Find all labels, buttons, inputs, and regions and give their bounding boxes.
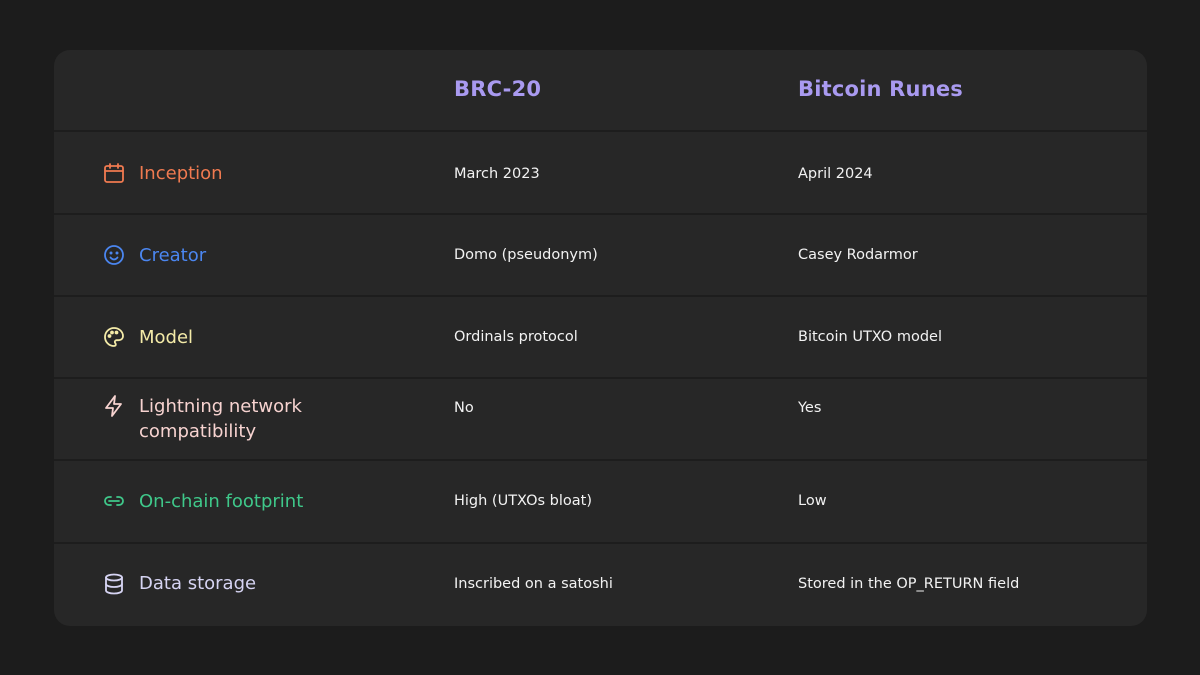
table-row-storage: Data storage Inscribed on a satoshi Stor… [54, 544, 1147, 625]
table-row-footprint: On-chain footprint High (UTXOs bloat) Lo… [54, 461, 1147, 542]
link-icon [104, 496, 124, 506]
row-label-creator: Creator [139, 245, 207, 266]
column-header-runes: Bitcoin Runes [798, 77, 963, 101]
table-row-inception: Inception March 2023 April 2024 [54, 132, 1147, 213]
lightning-bolt-icon [105, 395, 122, 417]
cell-runes-footprint: Low [798, 493, 827, 509]
calendar-icon [104, 163, 124, 183]
row-label-model: Model [139, 327, 194, 348]
row-label-footprint: On-chain footprint [139, 491, 304, 512]
table-row-lightning: Lightning network compatibility No Yes [54, 379, 1147, 460]
smiley-icon [104, 245, 124, 265]
row-label-lightning: Lightning network compatibility [139, 394, 302, 444]
cell-brc20-storage: Inscribed on a satoshi [454, 576, 613, 592]
row-label-line: Lightning network [139, 396, 302, 417]
palette-icon [104, 327, 124, 347]
cell-brc20-inception: March 2023 [454, 166, 540, 182]
cell-runes-inception: April 2024 [798, 166, 873, 182]
row-label-inception: Inception [139, 163, 223, 184]
column-header-brc20: BRC-20 [454, 77, 542, 101]
cell-brc20-footprint: High (UTXOs bloat) [454, 493, 592, 509]
row-label-line: compatibility [139, 421, 257, 442]
cell-runes-model: Bitcoin UTXO model [798, 329, 942, 345]
cell-runes-storage: Stored in the OP_RETURN field [798, 576, 1020, 592]
database-icon [105, 573, 123, 595]
comparison-table: BRC-20 Bitcoin Runes Inception March 202… [54, 50, 1147, 626]
cell-brc20-model: Ordinals protocol [454, 329, 578, 345]
table-row-creator: Creator Domo (pseudonym) Casey Rodarmor [54, 215, 1147, 296]
cell-brc20-lightning: No [454, 400, 474, 416]
cell-runes-lightning: Yes [798, 400, 822, 416]
table-row-model: Model Ordinals protocol Bitcoin UTXO mod… [54, 297, 1147, 378]
table-header: BRC-20 Bitcoin Runes [54, 50, 1147, 131]
cell-brc20-creator: Domo (pseudonym) [454, 247, 598, 263]
cell-runes-creator: Casey Rodarmor [798, 247, 918, 263]
row-label-storage: Data storage [139, 573, 257, 594]
